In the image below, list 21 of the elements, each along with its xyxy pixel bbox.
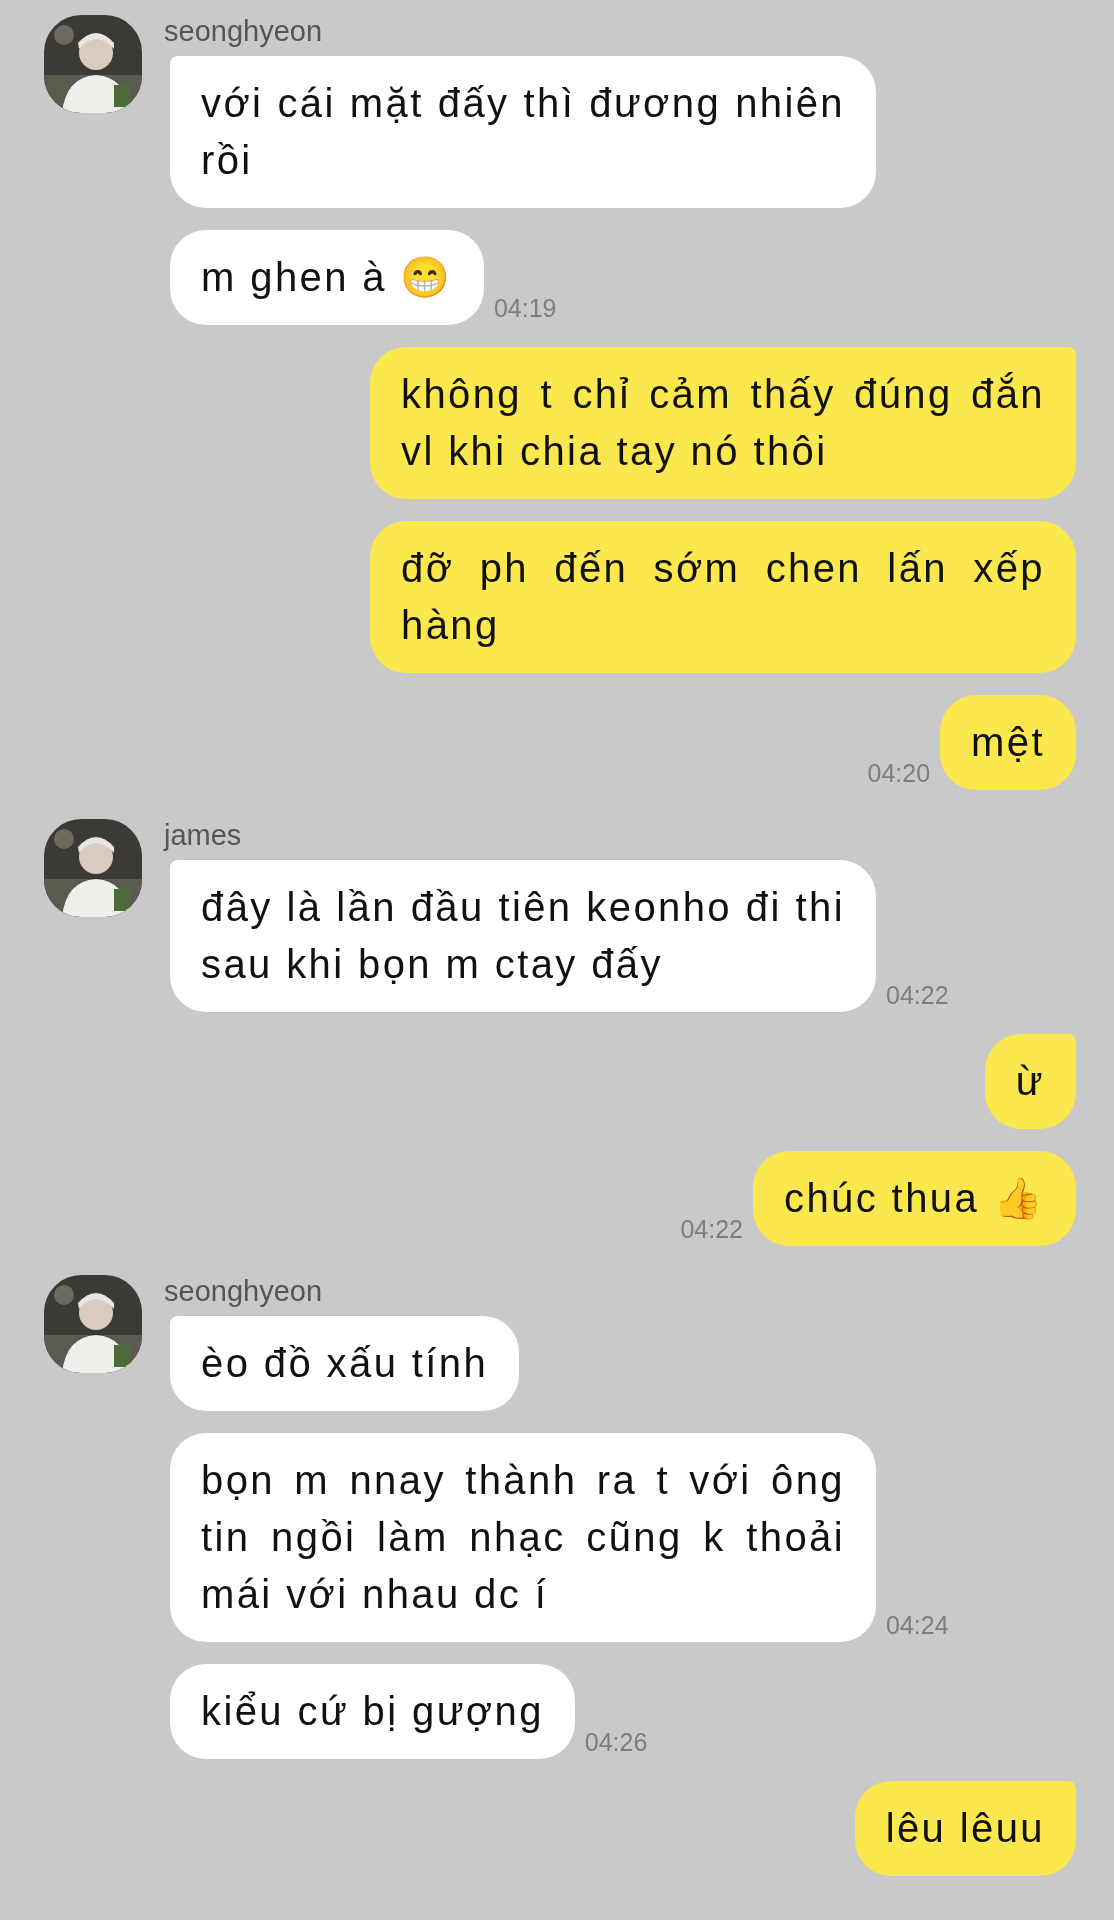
message-time: 04:20 [867, 758, 931, 789]
message-time: 04:24 [886, 1610, 949, 1641]
sender-name: seonghyeon [164, 1275, 323, 1307]
message-bubble: với cái mặt đấy thì đương nhiên rồi [170, 56, 876, 208]
message-bubble: mệt [940, 695, 1076, 790]
message-bubble: ừ [984, 1034, 1076, 1129]
message-bubble: kiểu cứ bị gượng [170, 1664, 575, 1759]
sender-name: seonghyeon [164, 15, 323, 47]
message-time: 04:22 [886, 980, 949, 1011]
message-bubble: lêu lêuu [854, 1781, 1076, 1876]
message-bubble: bọn m nnay thành ra t với ông tin ngồi làm nhạc cũng k thoải mái với nhau dc í [170, 1433, 876, 1642]
message-time: 04:22 [680, 1214, 743, 1245]
message-bubble: đây là lần đầu tiên keonho đi thi sau khi bọn m ctay đấy [170, 860, 876, 1012]
message-time: 04:26 [584, 1727, 648, 1758]
message-bubble: đỡ ph đến sớm chen lấn xếp hàng [370, 521, 1076, 673]
message-bubble: m ghen à 😁 [170, 230, 484, 325]
message-bubble: chúc thua 👍 [753, 1151, 1076, 1246]
sender-name: james [164, 819, 242, 851]
message-bubble: èo đồ xấu tính [170, 1316, 520, 1411]
message-bubble: không t chỉ cảm thấy đúng đắn vl khi chia tay nó thôi [370, 347, 1076, 499]
message-time: 04:19 [493, 293, 557, 324]
